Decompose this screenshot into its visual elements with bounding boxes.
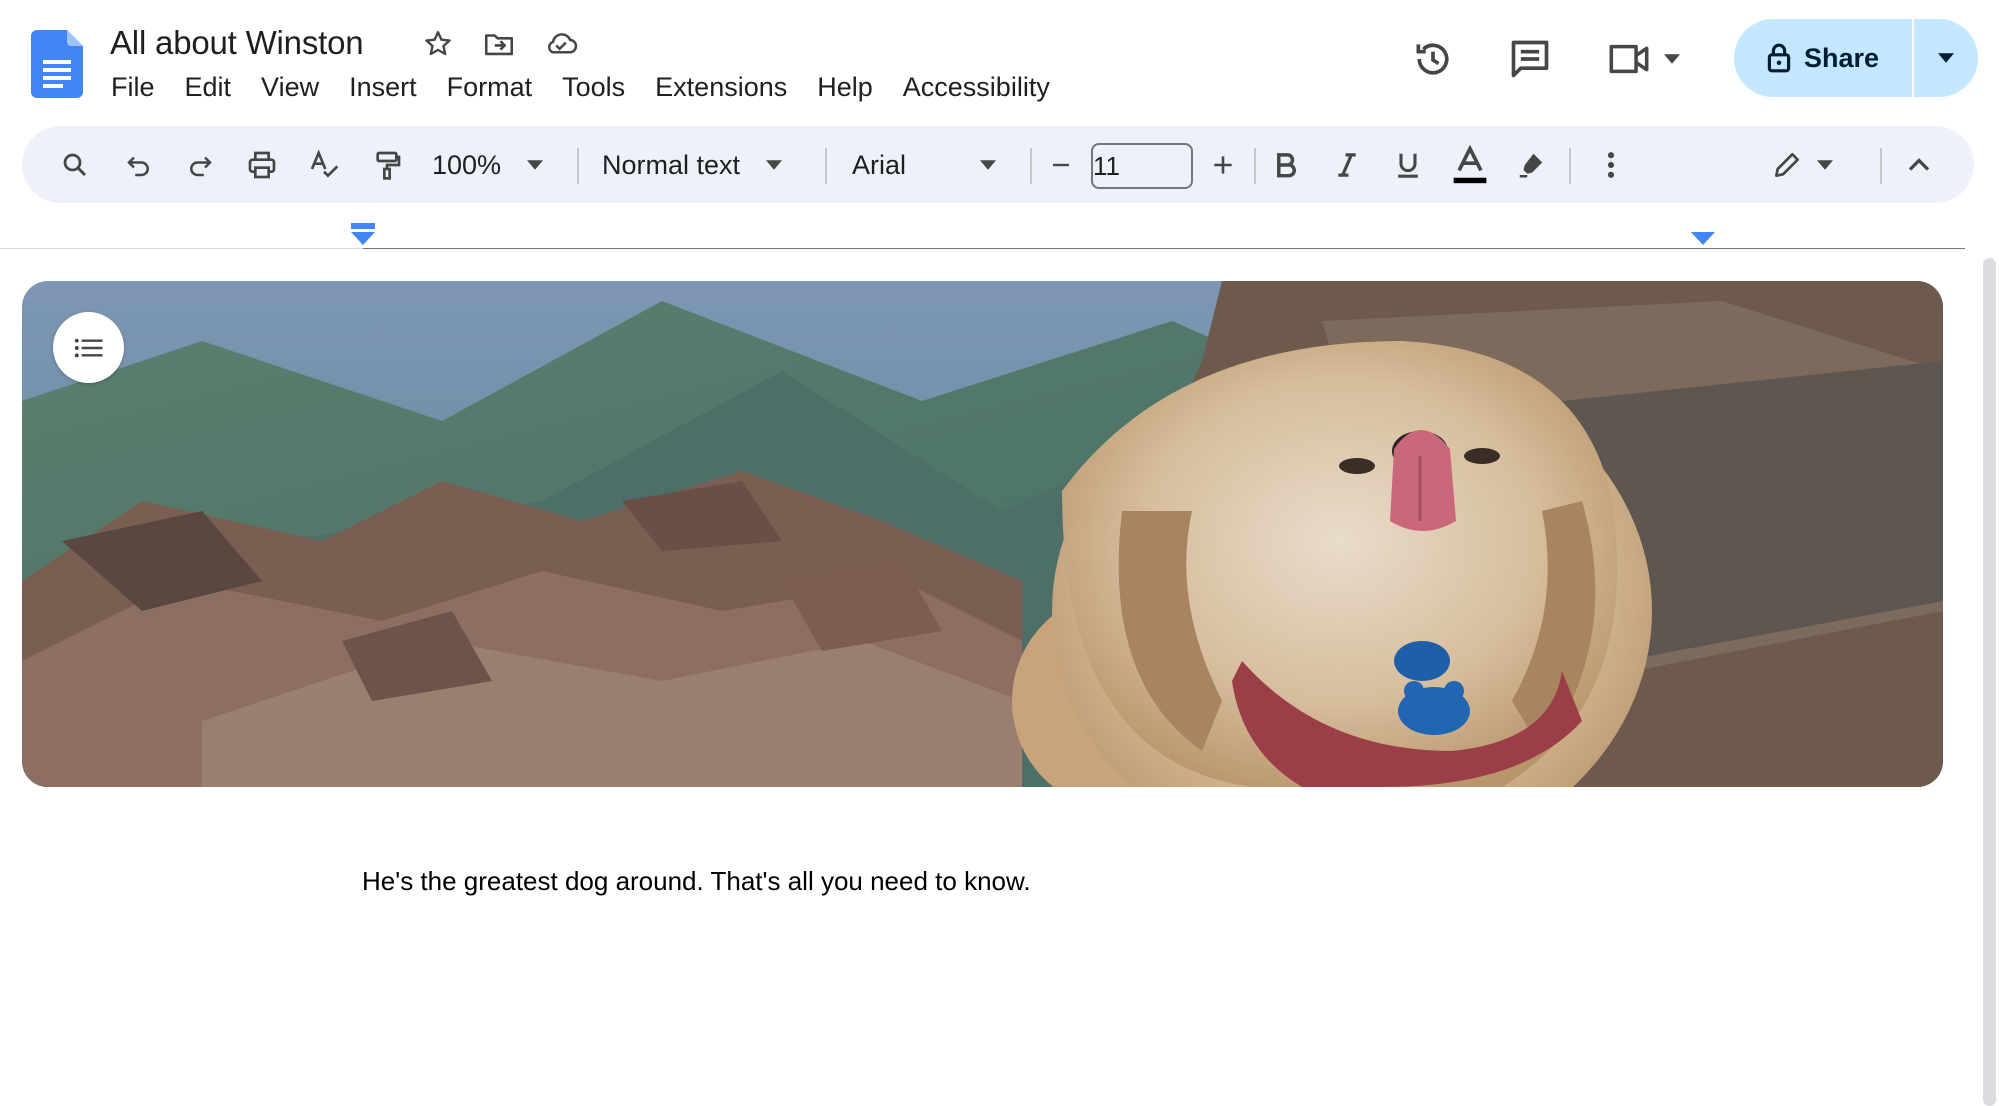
menu-extensions[interactable]: Extensions xyxy=(640,66,802,108)
italic-icon[interactable] xyxy=(1326,140,1368,190)
comments-icon[interactable] xyxy=(1507,36,1553,82)
document-outline-button[interactable] xyxy=(53,312,124,383)
zoom-select[interactable]: 100% xyxy=(432,140,572,190)
menu-edit[interactable]: Edit xyxy=(170,66,247,108)
toolbar-divider xyxy=(1569,148,1571,184)
chevron-down-icon xyxy=(1938,53,1954,63)
menu-accessibility[interactable]: Accessibility xyxy=(888,66,1065,108)
menu-insert[interactable]: Insert xyxy=(334,66,432,108)
menu-format[interactable]: Format xyxy=(432,66,548,108)
text-color-icon[interactable] xyxy=(1447,140,1493,190)
menu-tools[interactable]: Tools xyxy=(547,66,640,108)
share-button-group: Share xyxy=(1734,19,1978,97)
right-indent-marker[interactable] xyxy=(1690,231,1716,247)
toolbar-divider xyxy=(577,148,579,184)
meet-icon xyxy=(1606,39,1652,79)
document-title[interactable]: All about Winston xyxy=(110,22,364,64)
paint-format-icon[interactable] xyxy=(366,140,408,190)
increase-font-icon[interactable] xyxy=(1202,140,1244,190)
font-family-select[interactable]: Arial xyxy=(852,140,1022,190)
meet-button[interactable] xyxy=(1606,36,1688,82)
underline-icon[interactable] xyxy=(1387,140,1429,190)
share-label: Share xyxy=(1804,42,1880,73)
chevron-down-icon xyxy=(1817,160,1833,170)
toolbar-divider xyxy=(825,148,827,184)
font-family-value: Arial xyxy=(852,149,907,180)
print-icon[interactable] xyxy=(241,140,283,190)
search-icon[interactable] xyxy=(54,140,96,190)
undo-icon[interactable] xyxy=(118,140,160,190)
font-size-input[interactable] xyxy=(1091,143,1193,189)
toolbar-divider xyxy=(1880,148,1882,184)
scrollbar[interactable] xyxy=(1980,258,1999,1106)
menu-bar: File Edit View Insert Format Tools Exten… xyxy=(96,66,1065,108)
cloud-saved-icon[interactable] xyxy=(543,26,579,62)
document-body-paragraph[interactable]: He's the greatest dog around. That's all… xyxy=(362,866,1031,897)
share-dropdown-button[interactable] xyxy=(1914,19,1978,97)
editing-mode-icon xyxy=(1771,149,1803,181)
toolbar: 100% Normal text Arial xyxy=(22,126,1974,203)
toolbar-divider xyxy=(1030,148,1032,184)
bold-icon[interactable] xyxy=(1265,140,1307,190)
menu-file[interactable]: File xyxy=(96,66,170,108)
lock-icon xyxy=(1766,42,1792,74)
version-history-icon[interactable] xyxy=(1410,36,1456,82)
left-indent-marker[interactable] xyxy=(350,223,376,247)
paragraph-style-select[interactable]: Normal text xyxy=(602,140,822,190)
ruler xyxy=(363,248,1965,249)
ruler-margin xyxy=(0,248,363,249)
zoom-value: 100% xyxy=(432,149,502,180)
chevron-down-icon xyxy=(1664,54,1680,64)
editing-mode-button[interactable] xyxy=(1762,140,1842,190)
redo-icon[interactable] xyxy=(179,140,221,190)
decrease-font-icon[interactable] xyxy=(1040,140,1082,190)
menu-view[interactable]: View xyxy=(246,66,334,108)
spellcheck-icon[interactable] xyxy=(303,140,345,190)
collapse-icon[interactable] xyxy=(1898,140,1940,190)
paragraph-style-value: Normal text xyxy=(602,149,741,180)
docs-logo-icon[interactable] xyxy=(31,30,83,98)
header-image[interactable] xyxy=(22,281,1943,787)
more-options-icon[interactable] xyxy=(1590,140,1632,190)
chevron-down-icon xyxy=(527,160,544,170)
toolbar-divider xyxy=(1254,148,1256,184)
share-button[interactable]: Share xyxy=(1734,19,1912,97)
move-to-folder-icon[interactable] xyxy=(481,26,517,62)
chevron-down-icon xyxy=(980,160,996,170)
app-header: All about Winston File Edit View Insert … xyxy=(0,0,1999,125)
list-icon xyxy=(74,337,104,359)
star-icon[interactable] xyxy=(420,26,456,62)
menu-help[interactable]: Help xyxy=(802,66,888,108)
scrollbar-thumb[interactable] xyxy=(1983,258,1996,1106)
chevron-down-icon xyxy=(766,160,783,170)
highlight-icon[interactable] xyxy=(1510,140,1552,190)
